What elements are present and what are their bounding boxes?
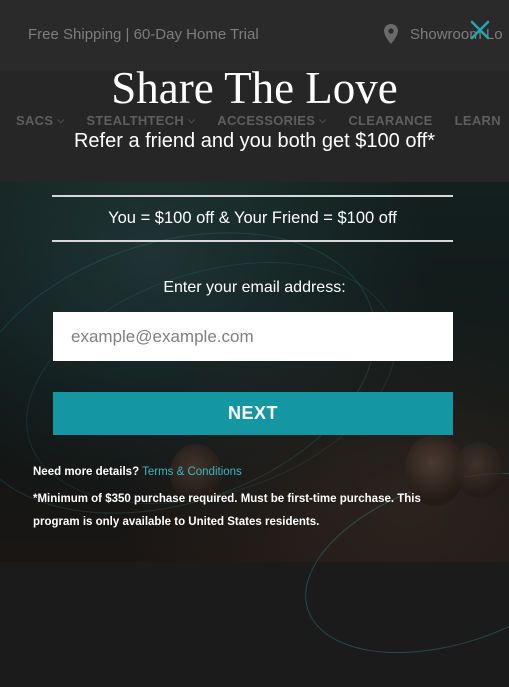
details-prefix: Need more details? xyxy=(33,466,140,478)
terms-conditions-link[interactable]: Terms & Conditions xyxy=(142,466,242,478)
offer-text: You = $100 off & Your Friend = $100 off xyxy=(108,209,397,227)
modal-subtitle: Refer a friend and you both get $100 off… xyxy=(73,130,435,152)
next-button[interactable]: NEXT xyxy=(53,392,453,435)
referral-modal: Share The Love Refer a friend and you bo… xyxy=(0,0,509,562)
fine-print: *Minimum of $350 purchase required. Must… xyxy=(33,493,421,528)
email-label: Enter your email address: xyxy=(163,279,346,296)
offer-banner: You = $100 off & Your Friend = $100 off xyxy=(52,195,453,242)
close-button[interactable] xyxy=(466,16,494,44)
email-input[interactable] xyxy=(53,312,453,361)
close-icon xyxy=(470,20,490,40)
details-line: Need more details? Terms & Conditions xyxy=(33,466,242,478)
modal-title: Share The Love xyxy=(111,63,398,113)
